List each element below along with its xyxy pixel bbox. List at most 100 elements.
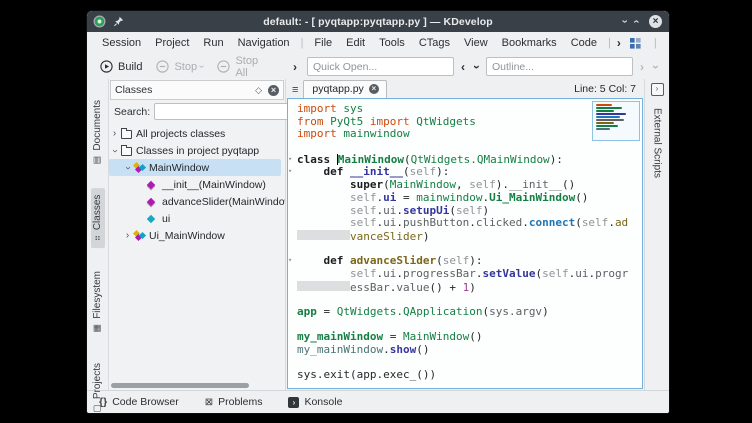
code-token: ). [496, 178, 509, 191]
stop-button[interactable]: Stop › [151, 58, 208, 75]
tree-item-ui[interactable]: ›ui [109, 210, 285, 227]
back-dropdown-caret-icon[interactable]: › [470, 65, 484, 69]
menu-bookmarks[interactable]: Bookmarks [495, 35, 564, 51]
tree-item-label: MainWindow [147, 162, 209, 174]
code-token: PyQt5 [330, 115, 363, 128]
code-token: self [443, 254, 470, 267]
code-token: ui [383, 191, 396, 204]
code-token: () [416, 343, 429, 356]
code-editor[interactable]: import sysfrom PyQt5 import QtWidgetsimp… [287, 98, 643, 389]
toolview-button-problems[interactable]: ⊠Problems [205, 396, 263, 408]
expander-icon[interactable]: › [123, 162, 133, 173]
tree-item-classes-in-project-pyqtapp[interactable]: › Classes in project pyqtapp [109, 142, 285, 159]
fold-arrow-icon[interactable]: ▾ [288, 257, 292, 264]
menu-navigation[interactable]: Navigation [231, 35, 297, 51]
forward-chevron-icon[interactable]: › [640, 60, 644, 74]
code-token [363, 115, 370, 128]
tree-item-all-projects-classes[interactable]: ›All projects classes [109, 125, 285, 142]
classes-panel-title: Classes [115, 84, 152, 96]
document-list-icon[interactable]: ≡ [288, 84, 303, 98]
expander-icon[interactable]: › [122, 231, 133, 241]
classes-horizontal-scrollbar[interactable] [111, 383, 249, 388]
right-dock-strip: ›External Scripts [644, 79, 669, 390]
build-button[interactable]: Build [95, 58, 147, 75]
menu-view[interactable]: View [457, 35, 495, 51]
fold-arrow-icon[interactable]: ▾ [288, 156, 292, 163]
menu-file[interactable]: File [307, 35, 339, 51]
back-chevron-icon[interactable]: ‹ [461, 60, 465, 74]
minimap-scrollbar[interactable] [592, 101, 640, 141]
pin-icon[interactable] [113, 16, 124, 27]
stop-all-button[interactable]: Stop All [212, 53, 265, 81]
code-token: sys [343, 102, 363, 115]
tree-item-label: Classes in project pyqtapp [134, 145, 259, 157]
outline-input[interactable] [486, 57, 633, 76]
tree-item-__init__-mainwindow-[interactable]: ›__init__(MainWindow) [109, 176, 285, 193]
dock-tab-projects[interactable]: ▢Projects [91, 356, 105, 414]
tree-item-ui_mainwindow[interactable]: ›Ui_MainWindow [109, 227, 285, 244]
code-token: import [370, 115, 410, 128]
menubar: SessionProjectRunNavigation|FileEditTool… [87, 32, 669, 54]
code-token: def [324, 254, 344, 267]
maximize-button[interactable]: › [632, 20, 643, 24]
float-panel-icon[interactable]: ◇ [255, 85, 262, 96]
code-token: vanceSlider [350, 230, 423, 243]
menu-code[interactable]: Code [564, 35, 604, 51]
konsole-icon: › [288, 397, 299, 408]
toolview-button-konsole[interactable]: ›Konsole [288, 396, 342, 408]
code-token: self [542, 267, 569, 280]
menu-overflow-chevron-icon[interactable]: › [617, 36, 621, 50]
line-col-indicator: Line: 5 Col: 7 [574, 83, 642, 98]
tab-pyqtapp[interactable]: pyqtapp.py × [303, 80, 386, 98]
fold-arrow-icon[interactable]: ▾ [288, 168, 292, 175]
wrap-indicator [297, 281, 350, 291]
menu-run[interactable]: Run [196, 35, 230, 51]
code-token: ui [383, 204, 396, 217]
classes-search-input[interactable] [154, 103, 294, 120]
menu-ctags[interactable]: CTags [412, 35, 457, 51]
minimap-line [596, 116, 620, 118]
close-panel-icon[interactable]: × [268, 85, 279, 96]
code-token: mainwindow [343, 127, 409, 140]
dock-tab-classes[interactable]: ⠶Classes [91, 188, 105, 248]
menu-tools[interactable]: Tools [372, 35, 412, 51]
code-line: sys.exit(app.exec_()) [288, 369, 626, 382]
close-button[interactable]: × [649, 15, 662, 28]
menu-edit[interactable]: Edit [339, 35, 372, 51]
forward-dropdown-caret-icon[interactable]: › [649, 65, 663, 69]
code-token: ( [383, 178, 390, 191]
menu-project[interactable]: Project [148, 35, 196, 51]
code-token: import [297, 102, 337, 115]
dock-tab-filesystem[interactable]: ▦Filesystem [91, 264, 105, 340]
dock-tab-external-scripts[interactable]: External Scripts [650, 104, 665, 182]
tree-item-mainwindow[interactable]: › MainWindow [109, 159, 285, 176]
window-title: default: - [ pyqtapp:pyqtapp.py ] — KDev… [87, 16, 669, 28]
code-token: () [469, 330, 482, 343]
code-token: super [350, 178, 383, 191]
tree-item-advanceslider-mainwindow-[interactable]: ›advanceSlider(MainWindow) [109, 193, 285, 210]
menu-session[interactable]: Session [95, 35, 148, 51]
code-token: setValue [482, 267, 535, 280]
tab-close-icon[interactable]: × [369, 84, 379, 94]
stop-dropdown-caret-icon[interactable]: › [196, 65, 207, 68]
quick-open-input[interactable] [307, 57, 454, 76]
minimize-button[interactable]: › [618, 20, 629, 24]
expander-icon[interactable]: › [110, 145, 120, 156]
build-icon [100, 60, 113, 73]
dock-tab-documents[interactable]: ▤Documents [91, 93, 105, 172]
main-area: ▤Documents⠶Classes▦Filesystem▢Projects C… [87, 79, 669, 390]
expander-icon[interactable]: › [109, 129, 120, 139]
code-token: progressBar [403, 267, 476, 280]
folder-icon [120, 128, 134, 140]
documents-icon: ▤ [93, 155, 103, 164]
classes-panel-header[interactable]: Classes ◇ × [110, 80, 284, 100]
menu-items: SessionProjectRunNavigation|FileEditTool… [95, 37, 615, 49]
menubar-separator: | [297, 37, 308, 49]
code-token [330, 153, 337, 166]
titlebar[interactable]: default: - [ pyqtapp:pyqtapp.py ] — KDev… [87, 11, 669, 32]
area-grid-icon[interactable] [630, 38, 641, 49]
code-token: . [608, 216, 615, 229]
toolview-button-code-browser[interactable]: {}Code Browser [99, 396, 179, 408]
toolbar-overflow-chevron-icon[interactable]: › [293, 60, 297, 74]
code-token: ( [575, 216, 582, 229]
